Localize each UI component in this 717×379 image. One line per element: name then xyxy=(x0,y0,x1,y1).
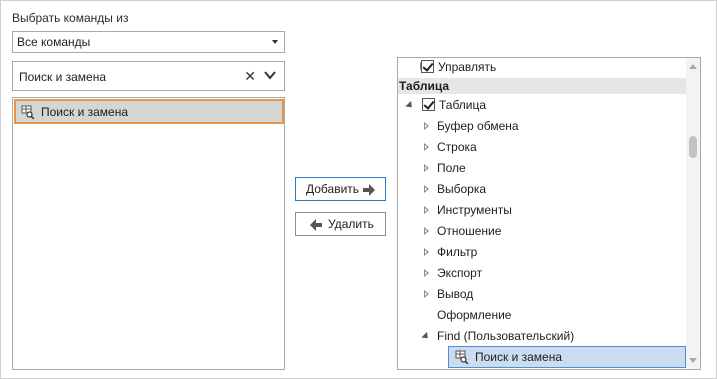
checkbox-checked-icon[interactable] xyxy=(422,98,435,111)
search-input[interactable]: Поиск и замена ✕ xyxy=(12,61,285,91)
scroll-down-icon[interactable] xyxy=(689,358,697,363)
caret-down-icon[interactable] xyxy=(272,40,278,44)
tree-item[interactable]: Экспорт xyxy=(398,263,686,284)
group-header-label: Таблица xyxy=(399,79,450,93)
choose-commands-label: Выбрать команды из xyxy=(12,11,129,25)
arrow-left-icon xyxy=(310,219,322,231)
expand-icon[interactable] xyxy=(424,122,429,130)
add-button-label: Добавить xyxy=(306,182,360,196)
tree-item-label: Вывод xyxy=(437,287,474,301)
commands-source-dropdown[interactable]: Все команды xyxy=(12,31,285,53)
tree-item[interactable]: Инструменты xyxy=(398,200,686,221)
collapse-icon[interactable] xyxy=(421,331,431,342)
tree-item-label: Экспорт xyxy=(437,266,483,280)
tree-item-label: Управлять xyxy=(438,60,497,74)
tree-item-label: Выборка xyxy=(437,182,487,196)
scroll-thumb[interactable] xyxy=(689,136,697,158)
remove-button-label: Удалить xyxy=(328,217,374,231)
tree-item-selected[interactable]: Поиск и замена xyxy=(448,346,686,368)
tree-item[interactable]: Поле xyxy=(398,158,686,179)
tree-item-label: Фильтр xyxy=(437,245,478,259)
tree-item-label: Буфер обмена xyxy=(437,119,519,133)
list-item-label: Поиск и замена xyxy=(41,105,129,119)
tree-item-design[interactable]: Оформление xyxy=(398,305,686,326)
dropdown-value: Все команды xyxy=(17,35,91,49)
tree-item-label: Поле xyxy=(437,161,466,175)
tree-item-label: Инструменты xyxy=(437,203,512,217)
tree-item-label: Таблица xyxy=(439,98,487,112)
expand-icon[interactable] xyxy=(424,143,429,151)
commands-list[interactable]: Поиск и замена xyxy=(12,97,285,370)
tree-item-label: Отношение xyxy=(437,224,502,238)
tree-item[interactable]: Строка xyxy=(398,137,686,158)
search-value: Поиск и замена xyxy=(19,70,107,84)
group-header: Таблица xyxy=(398,78,686,94)
find-replace-icon xyxy=(21,105,35,119)
scroll-up-icon[interactable] xyxy=(689,64,697,69)
expand-icon[interactable] xyxy=(424,164,429,172)
tree-item-label: Find (Пользовательский) xyxy=(437,329,575,343)
collapse-icon[interactable] xyxy=(405,100,415,111)
tree-item-label: Строка xyxy=(437,140,477,154)
arrow-right-icon xyxy=(363,184,375,196)
expand-icon[interactable] xyxy=(424,185,429,193)
tree-item-label: Оформление xyxy=(437,308,512,322)
find-replace-icon xyxy=(455,350,469,364)
tree-item-table[interactable]: Таблица xyxy=(398,95,686,116)
tree-item[interactable]: Фильтр xyxy=(398,242,686,263)
tree-item[interactable]: Выборка xyxy=(398,179,686,200)
add-button[interactable]: Добавить xyxy=(295,177,386,201)
customize-dialog: Выбрать команды из Все команды Поиск и з… xyxy=(0,0,717,379)
tree-item-manage[interactable]: Управлять xyxy=(398,58,686,79)
ribbon-tree[interactable]: Управлять Таблица Таблица Буфер обмена С… xyxy=(397,57,701,370)
remove-button[interactable]: Удалить xyxy=(295,212,386,236)
checkbox-checked-icon[interactable] xyxy=(421,60,434,73)
expand-icon[interactable] xyxy=(424,290,429,298)
tree-item[interactable]: Вывод xyxy=(398,284,686,305)
tree-item-label: Поиск и замена xyxy=(475,350,563,364)
tree-item[interactable]: Отношение xyxy=(398,221,686,242)
tree-item-custom-group[interactable]: Find (Пользовательский) xyxy=(398,326,686,347)
list-item[interactable]: Поиск и замена xyxy=(14,99,284,124)
expand-icon[interactable] xyxy=(424,227,429,235)
tree-item[interactable]: Буфер обмена xyxy=(398,116,686,137)
expand-icon[interactable] xyxy=(424,248,429,256)
expand-icon[interactable] xyxy=(424,269,429,277)
expand-icon[interactable] xyxy=(424,206,429,214)
chevron-down-icon[interactable] xyxy=(263,68,277,82)
clear-icon[interactable]: ✕ xyxy=(244,68,256,85)
vertical-scrollbar[interactable] xyxy=(686,58,700,369)
